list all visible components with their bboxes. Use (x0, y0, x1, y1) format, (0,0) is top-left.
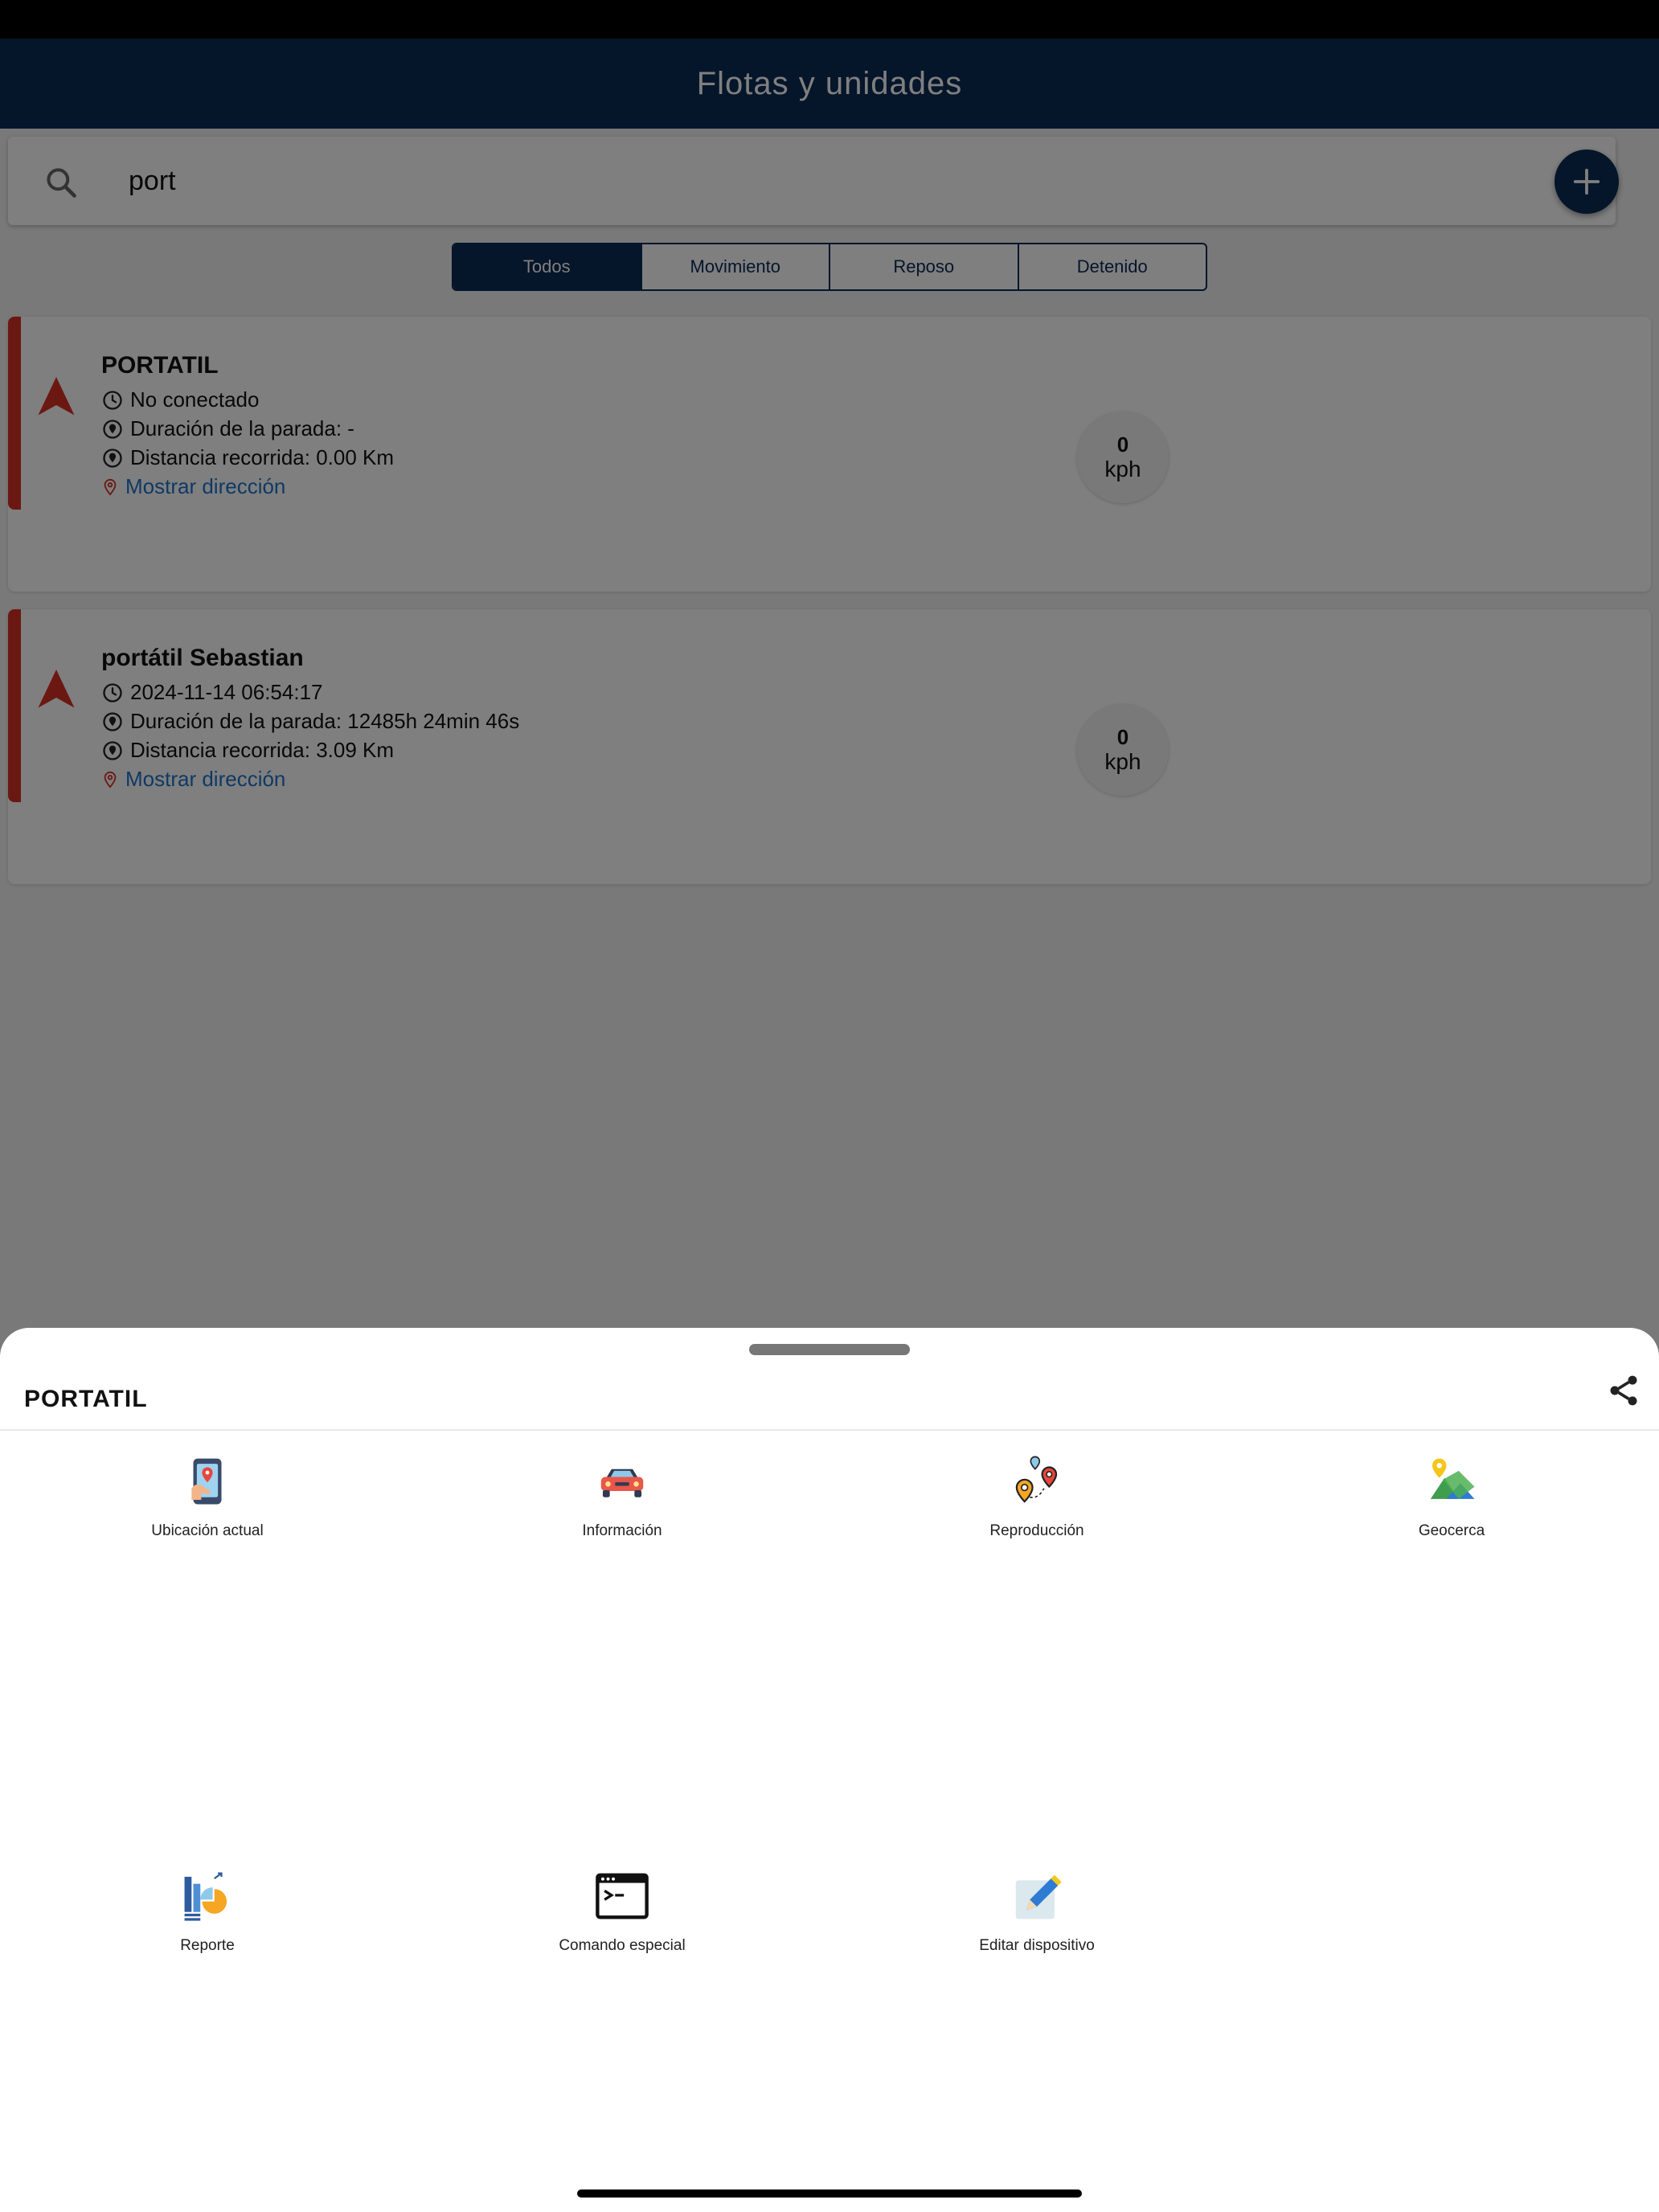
car-icon (600, 1469, 644, 1497)
actions-bottom-sheet: PORTATIL Ubicación actual Información Re… (0, 1328, 1659, 2212)
sheet-drag-handle[interactable] (749, 1344, 910, 1355)
sheet-title: PORTATIL (24, 1386, 148, 1412)
route-playback-icon (1015, 1456, 1058, 1503)
geofence-icon (1430, 1458, 1475, 1499)
share-icon[interactable] (1606, 1373, 1641, 1408)
current-location-icon (191, 1458, 222, 1505)
action-label: Comando especial (559, 1937, 686, 1954)
home-indicator (577, 2189, 1082, 2198)
action-comando-especial[interactable]: Comando especial (461, 1868, 783, 1981)
edit-pencil-icon (1015, 1874, 1062, 1919)
sheet-divider (0, 1429, 1659, 1431)
action-label: Reproducción (989, 1522, 1084, 1539)
action-label: Editar dispositivo (979, 1937, 1095, 1954)
action-reproduccion[interactable]: Reproducción (876, 1453, 1198, 1566)
action-reporte[interactable]: Reporte (47, 1868, 368, 1981)
report-chart-icon (184, 1872, 227, 1921)
action-label: Geocerca (1418, 1522, 1485, 1539)
terminal-icon (596, 1873, 649, 1919)
action-editar-dispositivo[interactable]: Editar dispositivo (876, 1868, 1198, 1981)
action-geocerca[interactable]: Geocerca (1291, 1453, 1612, 1566)
action-ubicacion-actual[interactable]: Ubicación actual (47, 1453, 368, 1566)
action-label: Ubicación actual (151, 1522, 264, 1539)
action-label: Reporte (180, 1937, 235, 1954)
action-label: Información (582, 1522, 662, 1539)
action-informacion[interactable]: Información (461, 1453, 783, 1566)
